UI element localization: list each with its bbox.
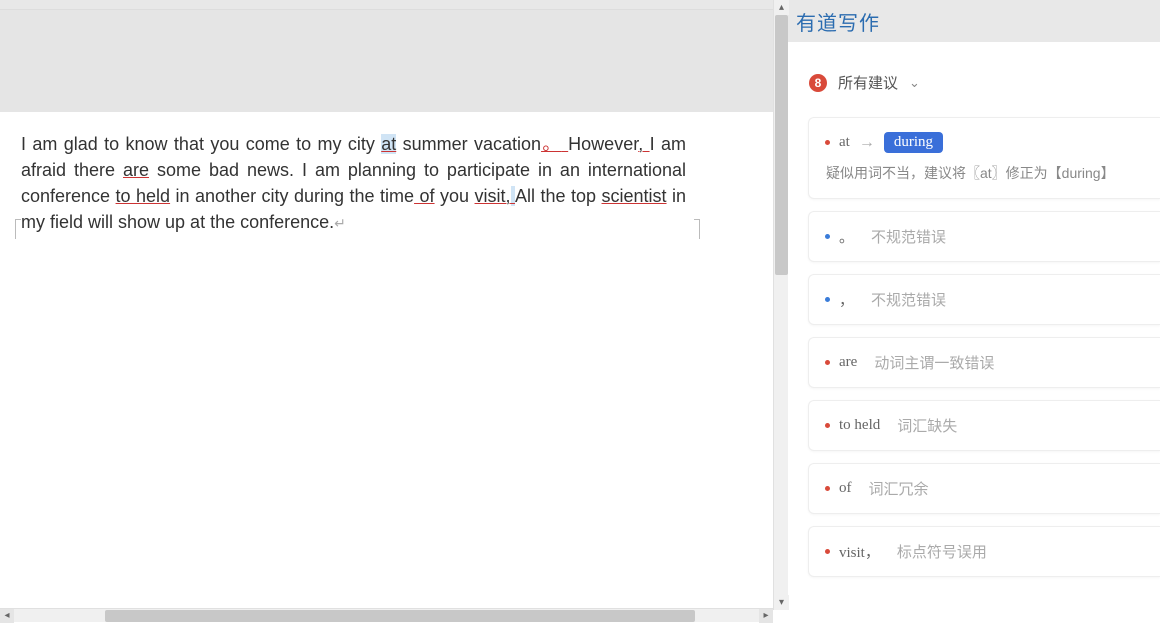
original-word: at (839, 134, 850, 151)
text-segment: summer vacation (396, 134, 541, 154)
scroll-thumb-horizontal[interactable] (105, 610, 695, 622)
suggestion-type: 不规范错误 (871, 289, 946, 310)
suggestion-type: 词汇冗余 (869, 478, 929, 499)
suggestion-card[interactable]: visit， 标点符号误用 (808, 526, 1160, 577)
suggestion-card-expanded[interactable]: at → during 疑似用词不当，建议将〖at〗修正为【during】 (808, 117, 1160, 199)
replacement-chip[interactable]: during (884, 132, 943, 153)
suggestion-word: ， (839, 289, 854, 310)
arrow-right-icon: → (859, 134, 875, 152)
error-are[interactable]: are (123, 160, 149, 180)
suggestions-dropdown[interactable]: 8 所有建议 ⌄ (788, 42, 1160, 107)
paragraph-mark-icon: ↵ (334, 215, 346, 231)
suggestion-count-badge: 8 (809, 74, 827, 92)
error-scientist[interactable]: scientist (602, 186, 667, 206)
suggestion-word: of (839, 480, 852, 497)
severity-dot-icon (825, 423, 830, 428)
suggestion-word: 。 (839, 226, 854, 247)
sidebar-panel: 有道写作 8 所有建议 ⌄ at → during 疑似用词不当，建议将〖at〗… (788, 0, 1160, 622)
document-text[interactable]: I am glad to know that you come to my ci… (21, 131, 686, 236)
page-corner-right (694, 219, 700, 239)
text-segment: All the top (515, 186, 601, 206)
severity-dot-icon (825, 549, 830, 554)
error-toheld[interactable]: to held (116, 186, 171, 206)
severity-dot-icon (825, 297, 830, 302)
horizontal-scrollbar[interactable]: ◂ ▸ (0, 608, 773, 622)
suggestion-cards: at → during 疑似用词不当，建议将〖at〗修正为【during】 。 … (788, 107, 1160, 577)
editor-page-margin (0, 10, 773, 112)
text-segment: you (435, 186, 475, 206)
sidebar-title: 有道写作 (796, 7, 880, 36)
suggestion-word: are (839, 354, 857, 371)
vertical-scrollbar[interactable]: ▴ ▾ (773, 0, 788, 610)
scroll-left-icon[interactable]: ◂ (0, 609, 14, 623)
scroll-thumb-vertical[interactable] (775, 15, 788, 275)
suggestions-label: 所有建议 (838, 72, 898, 93)
suggestion-card[interactable]: of 词汇冗余 (808, 463, 1160, 514)
error-of[interactable]: of (414, 186, 435, 206)
scroll-right-icon[interactable]: ▸ (759, 609, 773, 623)
suggestion-type: 标点符号误用 (897, 541, 987, 562)
editor-pane: I am glad to know that you come to my ci… (0, 0, 788, 622)
error-period[interactable]: 。 (541, 134, 562, 154)
severity-dot-icon (825, 360, 830, 365)
text-however: However (568, 134, 638, 154)
suggestion-card[interactable]: 。 不规范错误 (808, 211, 1160, 262)
suggestion-type: 动词主谓一致错误 (874, 352, 994, 373)
scroll-down-icon[interactable]: ▾ (774, 595, 789, 610)
suggestion-replacement-row: at → during (825, 132, 1144, 153)
chevron-down-icon: ⌄ (909, 75, 920, 91)
suggestion-type: 不规范错误 (871, 226, 946, 247)
error-visit[interactable]: visit, (475, 186, 511, 206)
error-comma[interactable]: , (638, 134, 649, 154)
suggestion-type: 词汇缺失 (897, 415, 957, 436)
error-at[interactable]: at (381, 134, 396, 154)
scroll-up-icon[interactable]: ▴ (774, 0, 789, 15)
suggestion-word: to held (839, 417, 880, 434)
suggestion-card[interactable]: to held 词汇缺失 (808, 400, 1160, 451)
suggestion-card[interactable]: are 动词主谓一致错误 (808, 337, 1160, 388)
text-segment: I am glad to know that you come to my ci… (21, 134, 381, 154)
suggestion-card[interactable]: ， 不规范错误 (808, 274, 1160, 325)
suggestion-word: visit， (839, 541, 880, 562)
text-segment: in another city during the time (170, 186, 414, 206)
sidebar-header: 有道写作 (788, 0, 1160, 42)
severity-dot-icon (825, 234, 830, 239)
editor-top-gray (0, 0, 773, 10)
severity-dot-icon (825, 140, 830, 145)
severity-dot-icon (825, 486, 830, 491)
suggestion-description: 疑似用词不当，建议将〖at〗修正为【during】 (825, 163, 1144, 184)
